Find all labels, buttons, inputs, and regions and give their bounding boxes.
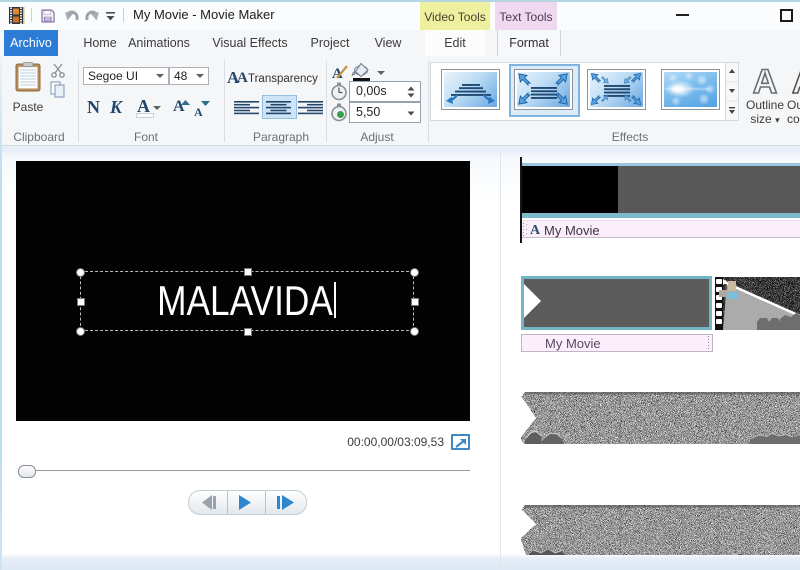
svg-text:A: A	[753, 64, 778, 96]
svg-text:A: A	[792, 64, 800, 96]
